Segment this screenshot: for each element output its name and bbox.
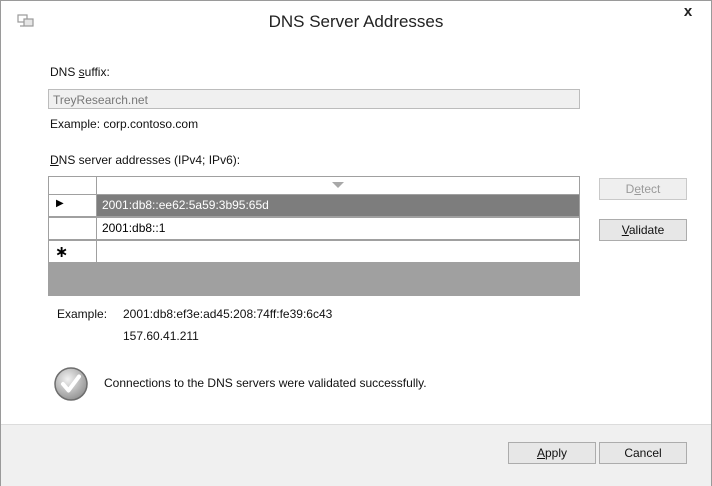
server-address-cell[interactable]: 2001:db8::1 xyxy=(97,218,579,240)
ipv6-example: 2001:db8:ef3e:ad45:208:74ff:fe39:6c43 xyxy=(123,307,333,321)
address-example-label: Example: xyxy=(57,307,108,321)
dns-suffix-example: Example: corp.contoso.com xyxy=(50,117,199,131)
row-header[interactable]: ▶ xyxy=(49,195,97,217)
detect-button[interactable]: Detect xyxy=(599,178,687,200)
close-button[interactable]: x xyxy=(669,2,707,23)
sort-arrow-icon xyxy=(332,182,344,188)
grid-header-corner xyxy=(49,177,97,195)
validate-button[interactable]: Validate xyxy=(599,219,687,241)
dns-suffix-label: DNS suffix: xyxy=(50,65,110,79)
cancel-button[interactable]: Cancel xyxy=(599,442,687,464)
table-row[interactable]: 2001:db8::1 xyxy=(49,218,579,241)
dns-servers-label: DNS server addresses (IPv4; IPv6): xyxy=(50,153,241,167)
window-title: DNS Server Addresses xyxy=(268,12,444,31)
dialog-window: DNS Server Addresses x DNS suffix: TreyR… xyxy=(0,0,712,486)
title-bar[interactable]: DNS Server Addresses x xyxy=(1,1,711,41)
current-row-marker-icon: ▶ xyxy=(56,198,64,209)
row-header[interactable]: ∗ xyxy=(49,241,97,263)
check-icon xyxy=(54,367,88,401)
server-address-cell[interactable] xyxy=(97,241,579,263)
grid-column-header[interactable] xyxy=(97,177,579,195)
grid-header-row xyxy=(49,177,579,195)
new-entry-row[interactable]: ∗ xyxy=(49,241,579,264)
apply-button[interactable]: Apply xyxy=(508,442,596,464)
dialog-content: DNS suffix: TreyResearch.net Example: co… xyxy=(1,41,711,424)
new-row-asterisk-icon: ∗ xyxy=(55,244,69,261)
row-header[interactable] xyxy=(49,218,97,240)
dialog-footer: Apply Cancel xyxy=(1,424,711,486)
ipv4-example: 157.60.41.211 xyxy=(123,329,199,343)
dns-server-grid[interactable]: ▶ 2001:db8::ee62:5a59:3b95:65d 2001:db8:… xyxy=(48,176,580,296)
server-address-cell[interactable]: 2001:db8::ee62:5a59:3b95:65d xyxy=(97,195,579,217)
dns-suffix-field[interactable]: TreyResearch.net xyxy=(48,89,580,109)
validation-status-message: Connections to the DNS servers were vali… xyxy=(104,376,427,390)
table-row[interactable]: ▶ 2001:db8::ee62:5a59:3b95:65d xyxy=(49,195,579,218)
